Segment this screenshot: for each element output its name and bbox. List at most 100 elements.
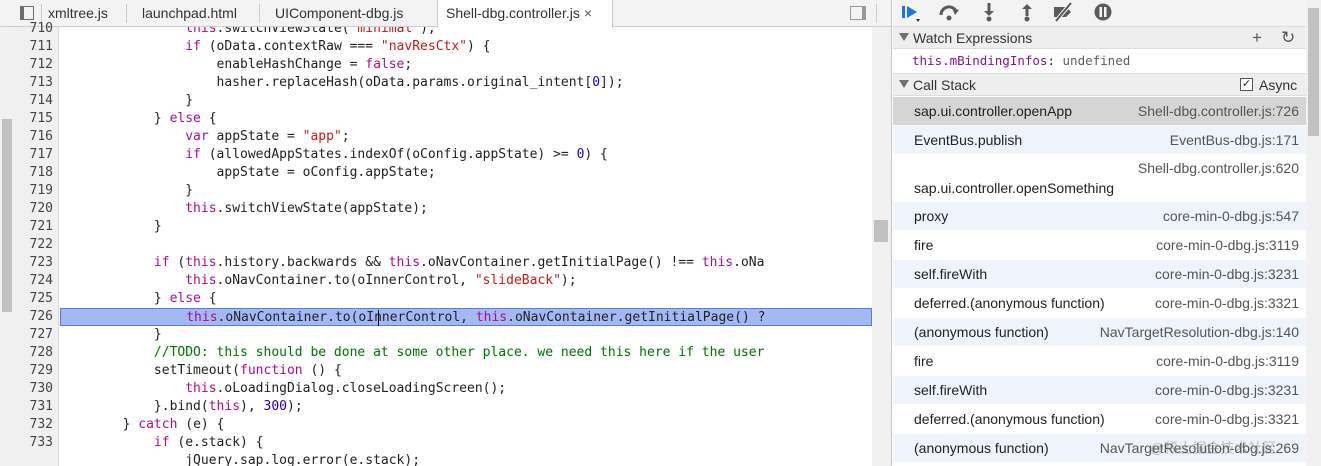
- call-frame[interactable]: fire core-min-0-dbg.js:3119: [893, 231, 1321, 260]
- line-number[interactable]: 723: [30, 254, 53, 272]
- line-number[interactable]: 733: [30, 434, 53, 452]
- call-frame-location[interactable]: core-min-0-dbg.js:3321: [1155, 411, 1299, 427]
- step-out-icon[interactable]: [1015, 2, 1039, 24]
- text-caret: [378, 310, 379, 326]
- scrollbar-thumb[interactable]: [2, 119, 12, 312]
- line-number[interactable]: 720: [30, 200, 53, 218]
- watch-expression-row[interactable]: this.mBindingInfos: undefined: [893, 50, 1321, 72]
- line-number[interactable]: 727: [30, 326, 53, 344]
- line-number[interactable]: 729: [30, 362, 53, 380]
- tab-xmltree[interactable]: xmltree.js: [48, 0, 108, 27]
- call-frame-location[interactable]: core-min-0-dbg.js:3231: [1155, 382, 1299, 398]
- call-frame-location[interactable]: EventBus-dbg.js:171: [1170, 132, 1299, 148]
- line-number[interactable]: 724: [30, 272, 53, 290]
- line-number[interactable]: 712: [30, 56, 53, 74]
- step-into-icon[interactable]: [977, 2, 1001, 24]
- tab-shell-controller[interactable]: Shell-dbg.controller.js ×: [437, 0, 613, 28]
- toggle-debugger-icon[interactable]: [850, 6, 866, 20]
- line-number[interactable]: 725: [30, 290, 53, 308]
- watermark: @稀土掘金技术社区: [1150, 440, 1277, 456]
- code-line: appState = oConfig.appState;: [60, 165, 436, 180]
- call-frame[interactable]: deferred.(anonymous function) core-min-0…: [893, 405, 1321, 434]
- code-content[interactable]: this.switchViewState("minimal"); if (oDa…: [60, 27, 872, 466]
- call-frame-function: (anonymous function): [914, 440, 1049, 456]
- refresh-watch-icon[interactable]: ↻: [1281, 27, 1295, 49]
- call-frame-function: self.fireWith: [914, 382, 988, 398]
- line-number[interactable]: 715: [30, 110, 53, 128]
- line-number[interactable]: 714: [30, 92, 53, 110]
- call-frame-function: deferred.(anonymous function): [914, 295, 1105, 311]
- call-frame[interactable]: self.fireWith core-min-0-dbg.js:3231: [893, 376, 1321, 405]
- watch-expression-value: undefined: [1062, 53, 1131, 68]
- tab-launchpad[interactable]: launchpad.html: [142, 0, 237, 27]
- scrollbar-thumb[interactable]: [874, 220, 888, 242]
- watch-expressions-title: Watch Expressions: [913, 30, 1033, 46]
- code-line: }: [60, 327, 162, 342]
- editor-tab-bar: xmltree.js launchpad.html UIComponent-db…: [0, 0, 891, 28]
- tab-uicomponent[interactable]: UIComponent-dbg.js: [275, 0, 403, 27]
- code-line: }: [60, 93, 194, 108]
- code-editor[interactable]: 710 711 712 713 714 715 716 717 718 719 720 721 722 7…: [0, 21, 891, 466]
- call-frame-location[interactable]: core-min-0-dbg.js:3231: [1155, 266, 1299, 282]
- expand-arrow-icon: [899, 80, 909, 88]
- line-number[interactable]: 722: [30, 236, 53, 254]
- navigator-scrollbar[interactable]: [0, 27, 14, 466]
- code-line: if (e.stack) {: [153, 435, 264, 450]
- code-line: }: [60, 219, 162, 234]
- call-frame[interactable]: self.fireWith core-min-0-dbg.js:3231: [893, 260, 1321, 289]
- line-number[interactable]: 716: [30, 128, 53, 146]
- line-number[interactable]: 721: [30, 218, 53, 236]
- code-line: enableHashChange = false;: [60, 57, 413, 72]
- line-number[interactable]: 728: [30, 344, 53, 362]
- sidebar-scrollbar[interactable]: [1306, 0, 1321, 466]
- step-over-icon[interactable]: [937, 2, 961, 24]
- line-number[interactable]: 713: [30, 74, 53, 92]
- call-frame[interactable]: EventBus.publish EventBus-dbg.js:171: [893, 126, 1321, 155]
- resume-icon[interactable]: [899, 2, 923, 24]
- call-frame-function: EventBus.publish: [914, 132, 1023, 148]
- editor-scrollbar[interactable]: [872, 27, 891, 466]
- line-number[interactable]: 719: [30, 182, 53, 200]
- line-number[interactable]: 717: [30, 146, 53, 164]
- call-frame-location[interactable]: core-min-0-dbg.js:547: [1163, 208, 1299, 224]
- line-number[interactable]: 732: [30, 416, 53, 434]
- add-watch-icon[interactable]: +: [1252, 27, 1262, 49]
- line-number[interactable]: 711: [30, 38, 53, 56]
- call-frame[interactable]: deferred.(anonymous function) core-min-0…: [893, 289, 1321, 318]
- call-stack-header[interactable]: Call Stack ✓ Async: [893, 73, 1321, 96]
- line-number[interactable]: 731: [30, 398, 53, 416]
- scrollbar-thumb[interactable]: [1308, 8, 1319, 136]
- code-line: } else {: [60, 111, 217, 126]
- call-frame[interactable]: Shell-dbg.controller.js:620 sap.ui.contr…: [893, 155, 1321, 202]
- pause-on-exceptions-icon[interactable]: [1091, 2, 1115, 24]
- debugger-sidebar: Watch Expressions + ↻ this.mBindingInfos…: [893, 0, 1321, 466]
- call-frame-location[interactable]: core-min-0-dbg.js:3321: [1155, 295, 1299, 311]
- line-number[interactable]: 710: [30, 20, 53, 38]
- call-frame-location[interactable]: core-min-0-dbg.js:3119: [1156, 353, 1299, 369]
- code-line: //TODO: this should be done at some othe…: [153, 345, 765, 360]
- call-frame[interactable]: fire core-min-0-dbg.js:3119: [893, 347, 1321, 376]
- call-frame-location[interactable]: NavTargetResolution-dbg.js:140: [1100, 324, 1299, 340]
- current-execution-line: this.oNavContai ner.to(oInnerControl, thi…: [60, 308, 872, 326]
- deactivate-breakpoints-icon[interactable]: [1051, 1, 1075, 24]
- close-tab-icon[interactable]: ×: [584, 5, 592, 21]
- async-checkbox[interactable]: ✓: [1240, 78, 1253, 91]
- line-number[interactable]: 726: [30, 308, 53, 326]
- call-frame-location[interactable]: Shell-dbg.controller.js:620: [1138, 160, 1299, 176]
- line-number[interactable]: 718: [30, 164, 53, 182]
- call-frame-location[interactable]: core-min-0-dbg.js:3119: [1156, 237, 1299, 253]
- call-frame[interactable]: proxy core-min-0-dbg.js:547: [893, 202, 1321, 231]
- code-line: this.switchViewState(appState);: [185, 201, 428, 216]
- call-frame-location[interactable]: Shell-dbg.controller.js:726: [1138, 103, 1299, 119]
- code-line: if (oData.contextRaw === "navResCtx") {: [185, 39, 491, 54]
- watch-expressions-header[interactable]: Watch Expressions + ↻: [893, 26, 1321, 49]
- toggle-navigator-icon[interactable]: [20, 6, 34, 20]
- line-number-gutter[interactable]: 710 711 712 713 714 715 716 717 718 719 720 721 722 7…: [14, 21, 59, 466]
- call-frame[interactable]: sap.ui.controller.openApp Shell-dbg.cont…: [893, 97, 1321, 126]
- call-frame-function: self.fireWith: [914, 266, 988, 282]
- watch-separator: :: [1047, 53, 1063, 68]
- call-frame[interactable]: (anonymous function) NavTargetResolution…: [893, 318, 1321, 347]
- call-frame-function: sap.ui.controller.openApp: [914, 103, 1072, 119]
- line-number[interactable]: 730: [30, 380, 53, 398]
